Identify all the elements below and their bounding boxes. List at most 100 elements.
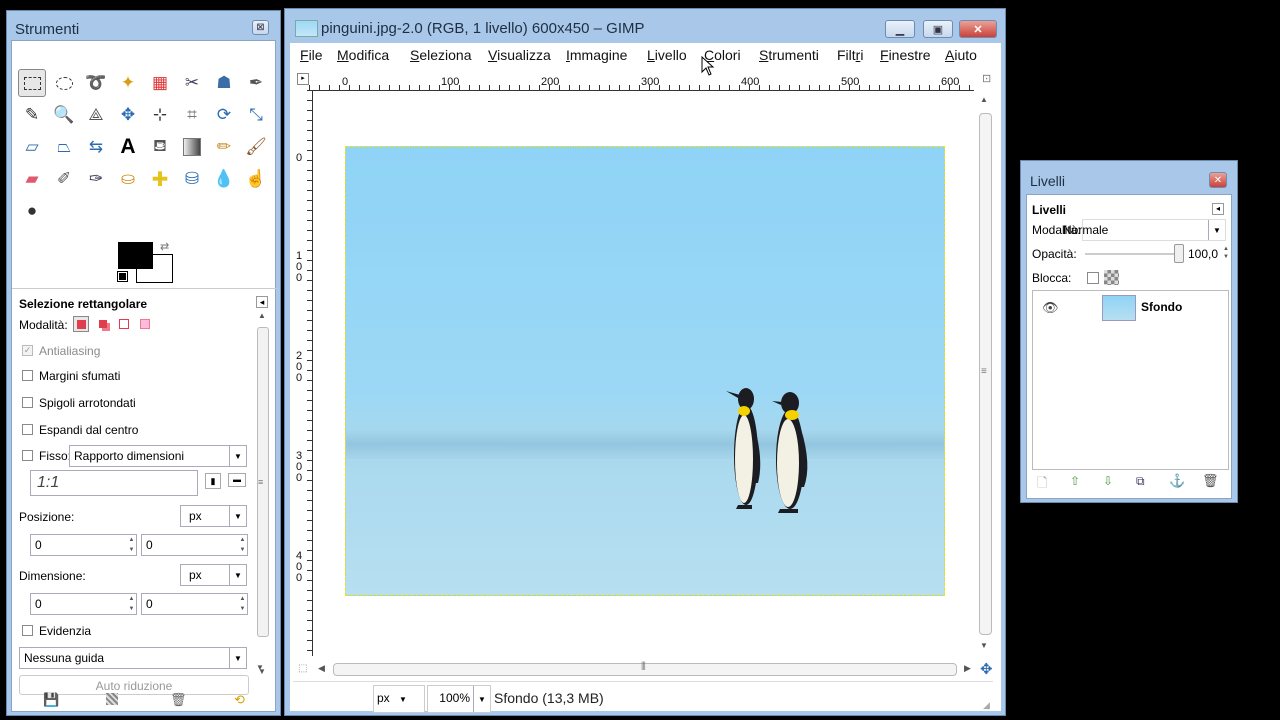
- tool-options-menu-icon[interactable]: ◂: [256, 296, 268, 308]
- pencil-tool-icon[interactable]: ✏: [210, 133, 238, 161]
- vertical-ruler[interactable]: 0 100 200 300 400: [293, 90, 313, 656]
- align-tool-icon[interactable]: ⊹: [146, 101, 174, 129]
- menu-edit[interactable]: Modifica: [337, 47, 389, 63]
- fuzzy-select-tool-icon[interactable]: ✦: [114, 69, 142, 97]
- opacity-slider[interactable]: [1085, 253, 1177, 255]
- close-button[interactable]: ✕: [959, 20, 997, 38]
- maximize-button[interactable]: ▣: [923, 20, 953, 38]
- resize-grip-icon[interactable]: ◢: [983, 700, 990, 711]
- horizontal-ruler[interactable]: 0 100 200 300 400 500 600: [309, 70, 974, 91]
- layers-menu-icon[interactable]: ◂: [1212, 203, 1224, 215]
- size-unit-select[interactable]: px ▼: [180, 564, 247, 586]
- lock-alpha-icon[interactable]: [1104, 270, 1119, 285]
- ellipse-select-tool-icon[interactable]: [50, 69, 78, 97]
- new-layer-icon[interactable]: 🗋: [1037, 474, 1047, 496]
- menu-layer[interactable]: Livello: [647, 47, 687, 63]
- mode-add-icon[interactable]: [95, 316, 111, 332]
- layers-titlebar[interactable]: Livelli: [1021, 161, 1237, 191]
- rounded-corners-checkbox[interactable]: [22, 397, 33, 408]
- foreground-color-swatch[interactable]: [118, 242, 153, 269]
- layer-row[interactable]: 👁 Sfondo: [1033, 291, 1228, 323]
- position-unit-select[interactable]: px ▼: [180, 505, 247, 527]
- delete-options-icon[interactable]: 🗑: [170, 692, 187, 708]
- canvas-vscrollbar[interactable]: ▲ ≡ ▼: [976, 91, 994, 656]
- menu-file[interactable]: File: [300, 47, 323, 63]
- highlight-checkbox[interactable]: [22, 625, 33, 636]
- smudge-tool-icon[interactable]: ☝: [242, 165, 270, 193]
- color-select-tool-icon[interactable]: ▦: [146, 69, 174, 97]
- bucket-fill-tool-icon[interactable]: ⛾: [146, 133, 174, 161]
- mode-intersect-icon[interactable]: [137, 316, 153, 332]
- spin-arrows-icon[interactable]: ▲ ▼: [127, 535, 136, 555]
- landscape-icon[interactable]: ▬: [228, 473, 246, 487]
- lasso-tool-icon[interactable]: ➰: [82, 69, 110, 97]
- spin-arrows-icon[interactable]: ▲ ▼: [238, 535, 247, 555]
- dodge-burn-tool-icon[interactable]: ●: [18, 197, 46, 225]
- opacity-slider-thumb[interactable]: [1174, 244, 1184, 263]
- crop-tool-icon[interactable]: ⌗: [178, 101, 206, 129]
- scale-tool-icon[interactable]: ⤡: [242, 101, 270, 129]
- layer-thumbnail[interactable]: [1102, 295, 1136, 321]
- panel-scroll-down-icon[interactable]: ▼: [256, 663, 264, 672]
- vscroll-down-icon[interactable]: ▼: [980, 641, 988, 650]
- color-picker-tool-icon[interactable]: ✎: [18, 101, 46, 129]
- rotate-tool-icon[interactable]: ⟳: [210, 101, 238, 129]
- feather-edges-checkbox[interactable]: [22, 370, 33, 381]
- opacity-spin-icon[interactable]: ▲ ▼: [1223, 245, 1229, 261]
- quick-mask-icon[interactable]: ⬚: [298, 663, 307, 674]
- menu-select[interactable]: Seleziona: [410, 47, 472, 63]
- position-y-input[interactable]: 0 ▲ ▼: [141, 534, 248, 556]
- expand-from-center-checkbox[interactable]: [22, 424, 33, 435]
- hscroll-left-icon[interactable]: ◀: [318, 663, 325, 674]
- eye-icon[interactable]: 👁: [1042, 300, 1059, 316]
- measure-tool-icon[interactable]: ⟁: [82, 101, 110, 129]
- layers-list[interactable]: 👁 Sfondo: [1032, 290, 1229, 470]
- blend-tool-icon[interactable]: [178, 133, 206, 161]
- minimize-button[interactable]: ▁: [885, 20, 915, 38]
- rect-select-tool-icon[interactable]: [18, 69, 46, 97]
- airbrush-tool-icon[interactable]: ✐: [50, 165, 78, 193]
- perspective-clone-tool-icon[interactable]: ⛁: [178, 165, 206, 193]
- nav-icon[interactable]: ⊡: [982, 72, 991, 85]
- unit-select[interactable]: px ▼: [373, 685, 425, 713]
- menu-image[interactable]: Immagine: [566, 47, 627, 63]
- antialiasing-checkbox[interactable]: ✓: [22, 345, 33, 356]
- menu-view[interactable]: Visualizza: [488, 47, 551, 63]
- default-colors-icon[interactable]: [117, 271, 128, 282]
- guides-select[interactable]: Nessuna guida ▼: [19, 647, 247, 669]
- canvas-area[interactable]: [313, 91, 974, 656]
- fixed-checkbox[interactable]: [22, 450, 33, 461]
- scroll-up-icon[interactable]: ▲: [258, 311, 266, 320]
- size-width-input[interactable]: 0 ▲ ▼: [30, 593, 137, 615]
- shear-tool-icon[interactable]: ▱: [18, 133, 46, 161]
- foreground-select-tool-icon[interactable]: ☗: [210, 69, 238, 97]
- move-tool-icon[interactable]: ✥: [114, 101, 142, 129]
- restore-options-icon[interactable]: [106, 693, 118, 705]
- toolbox-close-button[interactable]: ⊠: [252, 20, 269, 35]
- layers-close-button[interactable]: ✕: [1209, 172, 1227, 188]
- image-canvas[interactable]: [345, 146, 945, 596]
- heal-tool-icon[interactable]: ✚: [146, 165, 174, 193]
- eraser-tool-icon[interactable]: ▰: [18, 165, 46, 193]
- ratio-input[interactable]: 1:1: [30, 470, 198, 496]
- layer-name[interactable]: Sfondo: [1141, 300, 1182, 314]
- zoom-tool-icon[interactable]: 🔍: [50, 101, 78, 129]
- portrait-icon[interactable]: ▮: [205, 473, 221, 489]
- reset-options-icon[interactable]: ⟲: [234, 692, 245, 708]
- navigate-icon[interactable]: ✥: [980, 660, 993, 678]
- mode-subtract-icon[interactable]: [116, 316, 132, 332]
- spin-arrows-icon[interactable]: ▲ ▼: [238, 594, 247, 614]
- paintbrush-tool-icon[interactable]: 🖌: [242, 133, 270, 161]
- layers-mode-select[interactable]: Normale ▼: [1063, 219, 1226, 241]
- menu-windows[interactable]: Finestre: [880, 47, 931, 63]
- perspective-tool-icon[interactable]: ⏢: [50, 133, 78, 161]
- size-height-input[interactable]: 0 ▲ ▼: [141, 593, 248, 615]
- swap-colors-icon[interactable]: ⇄: [160, 240, 169, 253]
- blur-tool-icon[interactable]: 💧: [210, 165, 238, 193]
- paths-tool-icon[interactable]: ✒: [242, 69, 270, 97]
- save-options-icon[interactable]: 💾: [43, 692, 59, 708]
- scissors-tool-icon[interactable]: ✂: [178, 69, 206, 97]
- ink-tool-icon[interactable]: ✑: [82, 165, 110, 193]
- vscroll-up-icon[interactable]: ▲: [980, 95, 988, 104]
- toolbox-titlebar[interactable]: Strumenti ⊠: [7, 11, 280, 41]
